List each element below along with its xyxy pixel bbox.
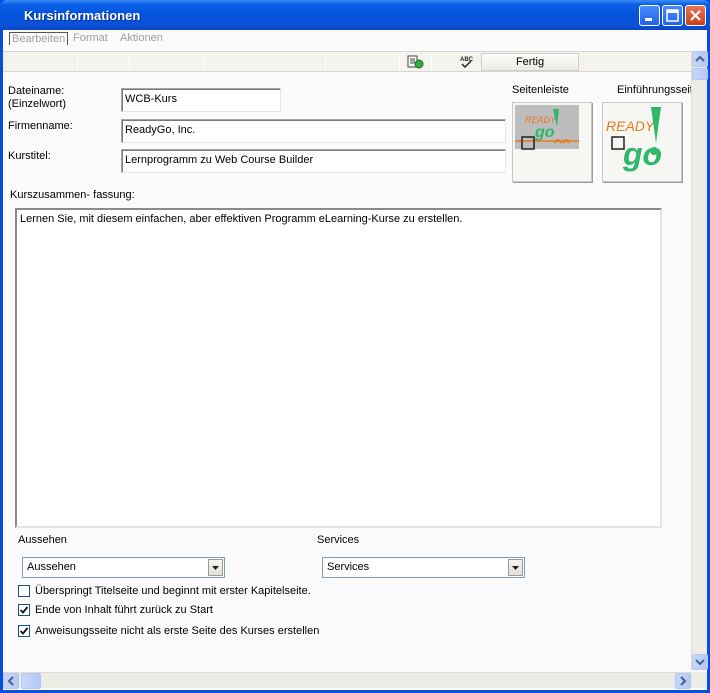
done-button[interactable]: Fertig (481, 53, 579, 71)
svg-text:ABC: ABC (460, 57, 474, 63)
filename-hint: (Einzelwort) (8, 98, 67, 110)
title-bar[interactable]: Kursinformationen (0, 0, 710, 30)
intro-image-button[interactable]: READY go (602, 102, 682, 182)
scroll-up-button[interactable] (692, 51, 708, 67)
services-select[interactable]: Services (322, 557, 525, 578)
svg-text:go: go (622, 136, 662, 172)
intro-image-label: Einführungsseit (617, 84, 693, 96)
filename-label: Dateiname: (8, 85, 65, 97)
option-label: Überspringt Titelseite und beginnt mit e… (35, 585, 311, 597)
toolbar-separator (204, 54, 205, 70)
checkmark-icon (19, 627, 29, 635)
close-icon (690, 10, 701, 21)
menu-bearbeiten[interactable]: Bearbeiten (9, 32, 69, 45)
chevron-down-icon[interactable] (208, 559, 223, 576)
close-button[interactable] (685, 5, 706, 26)
menu-format[interactable]: Format (73, 32, 108, 44)
horizontal-scrollbar[interactable] (3, 672, 691, 689)
sidebar-logo-image: READY go (515, 105, 579, 150)
checkbox[interactable] (18, 585, 30, 597)
appearance-select[interactable]: Aussehen (22, 557, 225, 578)
course-title-field[interactable]: Lernprogramm zu Web Course Builder (121, 149, 506, 173)
course-info-window: Kursinformationen Bearbeiten Format Akti… (0, 0, 710, 693)
chevron-left-icon (7, 676, 14, 686)
checkbox[interactable] (18, 604, 30, 616)
minimize-icon (645, 18, 652, 21)
form-area: Dateiname: (Einzelwort) WCB-Kurs Firmenn… (3, 72, 693, 670)
toolbar-separator (77, 54, 78, 70)
svg-text:go: go (534, 124, 555, 141)
appearance-select-value: Aussehen (27, 561, 76, 573)
services-select-value: Services (327, 561, 370, 573)
scroll-down-button[interactable] (692, 654, 708, 670)
course-title-label: Kurstitel: (8, 150, 51, 162)
svg-text:READY: READY (606, 118, 656, 134)
maximize-icon (666, 9, 679, 22)
maximize-button[interactable] (662, 5, 683, 26)
scroll-left-button[interactable] (3, 673, 19, 689)
checkmark-icon (19, 606, 29, 614)
save-page-icon[interactable] (406, 54, 424, 70)
company-field[interactable]: ReadyGo, Inc. (121, 119, 506, 143)
toolbar: ABC Fertig (3, 51, 691, 72)
toolbar-separator (399, 54, 400, 70)
window-title: Kursinformationen (24, 8, 141, 23)
chevron-right-icon (680, 676, 687, 686)
option-label: Ende von Inhalt führt zurück zu Start (35, 604, 213, 616)
summary-textarea[interactable]: Lernen Sie, mit diesem einfachen, aber e… (15, 208, 662, 528)
intro-logo-image: READY go (606, 107, 662, 172)
spellcheck-icon[interactable]: ABC (459, 55, 475, 69)
filename-field[interactable]: WCB-Kurs (121, 88, 281, 112)
appearance-label: Aussehen (18, 534, 67, 546)
services-label: Services (317, 534, 360, 546)
menu-bar: Bearbeiten Format Aktionen (3, 30, 707, 48)
sidebar-image-label: Seitenleiste (512, 84, 569, 96)
vertical-scrollbar[interactable] (691, 51, 708, 670)
company-label: Firmenname: (8, 120, 73, 132)
toolbar-separator (129, 54, 130, 70)
option-label: Anweisungsseite nicht als erste Seite de… (35, 625, 320, 637)
scroll-thumb[interactable] (692, 68, 708, 80)
menu-aktionen[interactable]: Aktionen (120, 32, 163, 44)
toolbar-separator (431, 54, 432, 70)
checkbox[interactable] (18, 625, 30, 637)
scroll-thumb[interactable] (21, 673, 41, 689)
chevron-up-icon (695, 55, 705, 62)
chevron-down-icon[interactable] (508, 559, 523, 576)
minimize-button[interactable] (639, 5, 660, 26)
summary-label: Kurszusammen- fassung: (10, 189, 135, 201)
scroll-right-button[interactable] (675, 673, 691, 689)
chevron-down-icon (695, 659, 705, 666)
toolbar-separator (325, 54, 326, 70)
sidebar-image-button[interactable]: READY go (512, 102, 592, 182)
scrollbar-corner (691, 672, 707, 688)
